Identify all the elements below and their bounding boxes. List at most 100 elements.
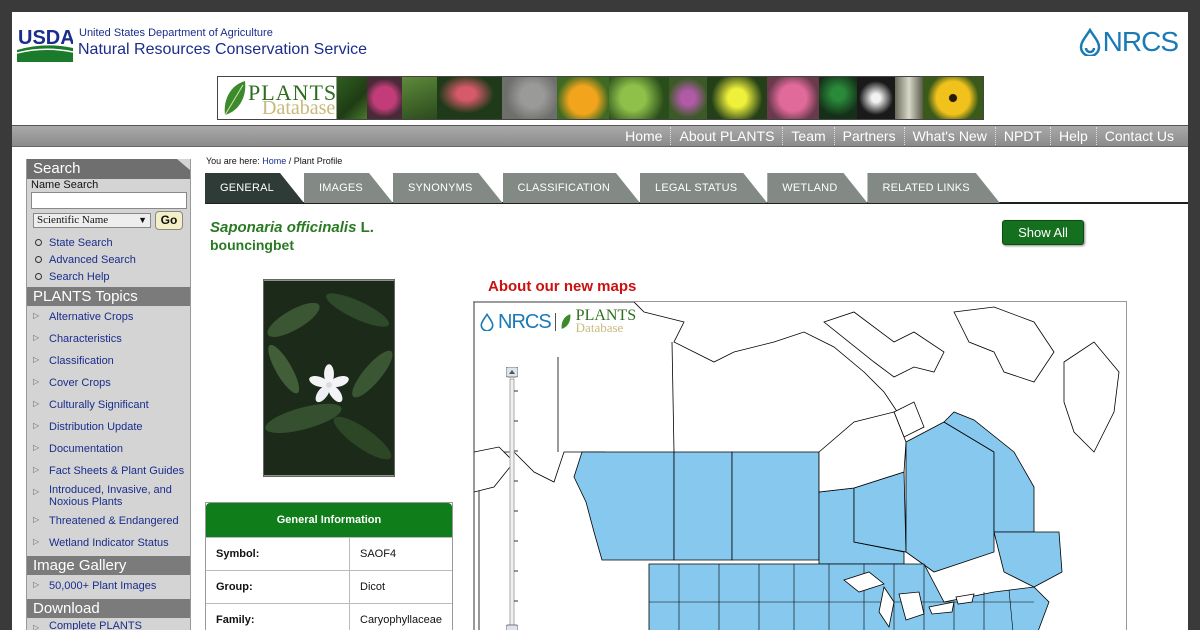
page: USDA United States Department of Agricul…	[12, 12, 1188, 630]
banner-image-shrub	[609, 77, 669, 119]
general-information-card: General Information Symbol: SAOF4 Group:…	[205, 502, 453, 630]
info-row-family: Family: Caryophyllaceae	[206, 603, 452, 630]
name-search-label: Name Search	[31, 179, 99, 191]
image-gallery-heading: Image Gallery	[27, 556, 190, 575]
sidebar: Search Name Search Scientific Name ▼ Go …	[26, 159, 191, 630]
banner-image-leaves	[337, 77, 367, 119]
banner-image-berries	[669, 77, 707, 119]
topic-fact-sheets[interactable]: Fact Sheets & Plant Guides	[27, 460, 190, 482]
info-key: Symbol:	[206, 538, 350, 570]
leaf-icon	[561, 314, 571, 329]
zoom-handle-icon	[506, 624, 518, 630]
info-value: SAOF4	[360, 548, 397, 560]
service-name: Natural Resources Conservation Service	[78, 41, 368, 58]
nav-whats-new[interactable]: What's New	[903, 127, 995, 145]
tab-related-links[interactable]: RELATED LINKS	[867, 173, 999, 203]
about-maps-link[interactable]: About our new maps	[488, 278, 636, 295]
scientific-name: Saponaria officinalis L.	[210, 219, 374, 236]
topic-wetland-indicator[interactable]: Wetland Indicator Status	[27, 532, 190, 554]
breadcrumb-current: Plant Profile	[293, 156, 343, 166]
topic-threatened-endangered[interactable]: Threatened & Endangered	[27, 510, 190, 532]
nav-npdt[interactable]: NPDT	[994, 127, 1050, 145]
search-row: Scientific Name ▼ Go	[33, 211, 190, 230]
banner-image-yellow-blossom	[707, 77, 767, 119]
topic-cover-crops[interactable]: Cover Crops	[27, 372, 190, 394]
topic-distribution-update[interactable]: Distribution Update	[27, 416, 190, 438]
leaf-icon	[224, 81, 246, 116]
agency-name: United States Department of Agriculture	[79, 27, 273, 39]
plants-topics-heading: PLANTS Topics	[27, 287, 190, 306]
search-type-value: Scientific Name	[37, 214, 109, 226]
breadcrumb-home[interactable]: Home	[262, 156, 286, 166]
gallery-plant-images[interactable]: 50,000+ Plant Images	[27, 575, 190, 597]
info-row-symbol: Symbol: SAOF4	[206, 537, 452, 570]
nav-home[interactable]: Home	[617, 127, 670, 145]
state-search-link[interactable]: State Search	[27, 234, 190, 251]
info-value: Dicot	[360, 581, 386, 593]
go-button[interactable]: Go	[155, 211, 183, 230]
nav-team[interactable]: Team	[782, 127, 833, 145]
map-logo-divider	[554, 313, 556, 331]
info-key: Group:	[206, 571, 350, 603]
download-heading: Download	[27, 599, 190, 618]
info-row-group: Group: Dicot	[206, 570, 452, 603]
nav-about-plants[interactable]: About PLANTS	[670, 127, 782, 145]
distribution-map[interactable]: NRCS PLANTS Database	[473, 301, 1127, 630]
banner-image-gray-plant	[502, 77, 557, 119]
topic-introduced-invasive[interactable]: Introduced, Invasive, and Noxious Plants	[27, 482, 190, 510]
search-type-select[interactable]: Scientific Name ▼	[33, 213, 151, 228]
map-logo-nrcs: NRCS	[498, 310, 552, 333]
show-all-button[interactable]: Show All	[1002, 220, 1084, 245]
map-logo: NRCS PLANTS Database	[480, 308, 636, 335]
tab-wetland[interactable]: WETLAND	[767, 173, 867, 203]
topic-culturally-significant[interactable]: Culturally Significant	[27, 394, 190, 416]
name-search-input[interactable]	[31, 192, 187, 209]
banner-image-grass	[819, 77, 857, 119]
advanced-search-link[interactable]: Advanced Search	[27, 251, 190, 268]
banner-image-lily	[437, 77, 502, 119]
banner-image-white-flower	[857, 77, 895, 119]
general-information-title: General Information	[206, 503, 452, 537]
topic-characteristics[interactable]: Characteristics	[27, 328, 190, 350]
nrcs-logo[interactable]: NRCS	[1079, 26, 1179, 58]
search-heading: Search	[27, 159, 190, 179]
scientific-name-binomial: Saponaria officinalis	[210, 219, 357, 236]
banner-image-yellow-flower	[557, 77, 609, 119]
search-help-link[interactable]: Search Help	[27, 268, 190, 285]
plants-database-logo: PLANTS Database	[218, 77, 337, 119]
profile-tabs: GENERAL IMAGES SYNONYMS CLASSIFICATION L…	[205, 173, 1188, 204]
nav-help[interactable]: Help	[1049, 127, 1096, 145]
plants-banner[interactable]: PLANTS Database	[217, 76, 984, 120]
tab-classification[interactable]: CLASSIFICATION	[503, 173, 640, 203]
banner-image-foliage	[402, 77, 437, 119]
dropdown-arrow-icon: ▼	[138, 215, 147, 225]
map-logo-database: Database	[575, 320, 624, 335]
banner-image-pitcher	[895, 77, 923, 119]
nav-contact-us[interactable]: Contact Us	[1095, 127, 1182, 145]
water-drop-icon	[1079, 28, 1100, 56]
plant-photo[interactable]	[263, 279, 395, 477]
topic-classification[interactable]: Classification	[27, 350, 190, 372]
water-drop-icon	[480, 313, 494, 331]
tab-images[interactable]: IMAGES	[304, 173, 393, 203]
tab-general[interactable]: GENERAL	[205, 173, 304, 203]
nav-partners[interactable]: Partners	[833, 127, 904, 145]
info-value: Caryophyllaceae	[360, 614, 442, 626]
banner-image-black-eyed-susan	[923, 77, 983, 119]
banner-image-pink-flower	[367, 77, 402, 119]
download-checklist[interactable]: Complete PLANTS Checklist	[27, 618, 190, 630]
breadcrumb: You are here: Home / Plant Profile	[206, 156, 342, 166]
map-zoom-slider[interactable]	[506, 367, 518, 630]
tab-legal-status[interactable]: LEGAL STATUS	[640, 173, 767, 203]
tab-synonyms[interactable]: SYNONYMS	[393, 173, 503, 203]
banner-logo-database: Database	[262, 97, 336, 119]
top-navigation: Home About PLANTS Team Partners What's N…	[12, 125, 1188, 147]
topic-documentation[interactable]: Documentation	[27, 438, 190, 460]
banner-image-pink-blossom	[767, 77, 819, 119]
breadcrumb-prefix: You are here:	[206, 156, 263, 166]
topic-alternative-crops[interactable]: Alternative Crops	[27, 306, 190, 328]
scientific-name-author: L.	[360, 219, 374, 236]
map-logo-plants-database: PLANTS Database	[575, 308, 636, 335]
usda-logo[interactable]: USDA	[17, 26, 73, 62]
info-key: Family:	[206, 604, 350, 630]
